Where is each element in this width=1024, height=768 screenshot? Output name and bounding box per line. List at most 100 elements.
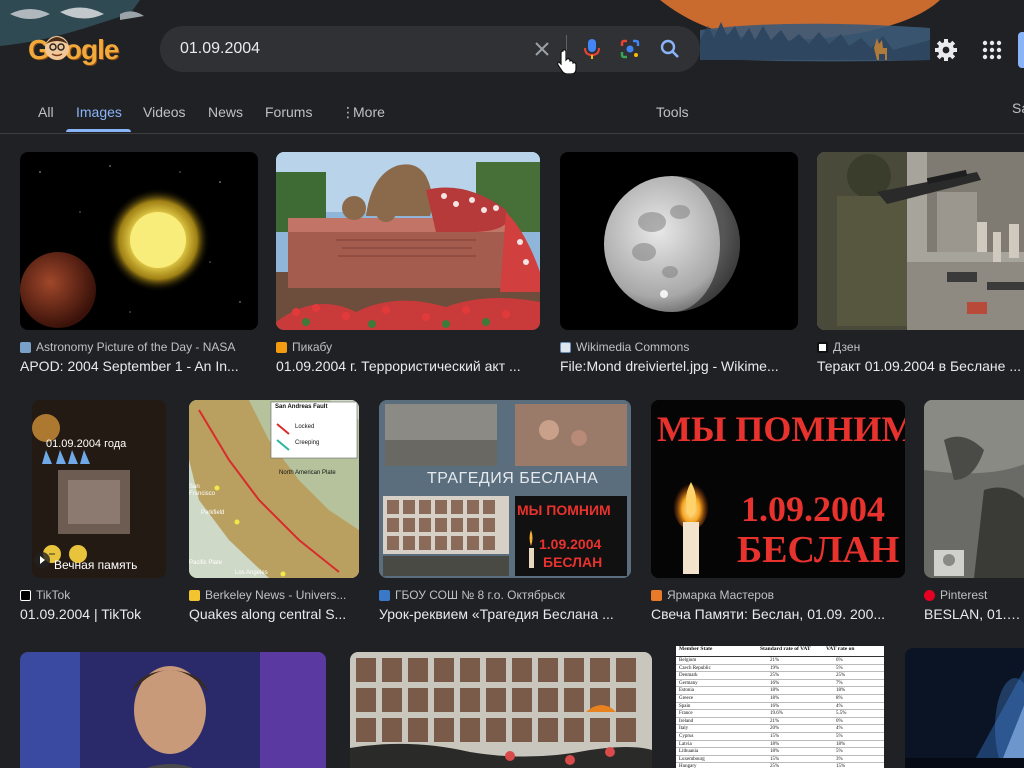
image-result-card[interactable]: Astronomy Picture of the Day - NASA APOD… — [20, 152, 258, 378]
result-title[interactable]: Quakes along central S... — [189, 606, 359, 622]
vat-table-cell: 3% — [836, 756, 843, 762]
result-title[interactable]: Урок-реквием «Трагедия Беслана ... — [379, 606, 631, 622]
source-label: Дзен — [833, 340, 861, 354]
candle-line3: БЕСЛАН — [737, 529, 900, 571]
image-result-card[interactable]: 01.09.2004 года Вечная память TikTok 01.… — [20, 400, 166, 626]
vat-table-cell: 18% — [770, 695, 780, 701]
vat-table-cell: 6% — [836, 658, 843, 663]
image-thumbnail[interactable]: San Andreas Fault Locked Creeping North … — [189, 400, 359, 578]
tab-all[interactable]: All — [38, 104, 54, 120]
tab-news[interactable]: News — [208, 104, 243, 120]
vat-table-row: Belgium 21% 6% — [676, 657, 884, 665]
image-result-card[interactable]: Wikimedia Commons File:Mond dreiviertel.… — [560, 152, 798, 378]
map-legend-title: San Andreas Fault — [275, 404, 328, 410]
apps-grid-icon[interactable] — [978, 36, 1006, 64]
vat-table-cell: 7% — [836, 680, 843, 686]
candle-line2: 1.09.2004 — [741, 489, 885, 529]
google-doodle-logo[interactable]: Google — [28, 30, 119, 74]
image-thumbnail[interactable] — [560, 152, 798, 330]
clear-icon[interactable] — [530, 37, 554, 61]
vat-table-cell: 18% — [836, 688, 846, 694]
image-thumbnail[interactable]: 01.09.2004 года Вечная память — [32, 400, 166, 578]
image-result-card[interactable]: МЫ ПОМНИМ 1.09.2004 БЕСЛАН Ярмарка Масте… — [651, 400, 905, 626]
image-thumbnail[interactable]: Member State Standard rate of VAT VAT ra… — [676, 646, 884, 768]
vat-table-cell: 0% — [836, 718, 843, 724]
image-result-card[interactable]: Дзен Теракт 01.09.2004 в Беслане ... — [817, 152, 1024, 378]
result-source[interactable]: Berkeley News - Univers... — [189, 588, 359, 602]
source-favicon-icon — [560, 341, 571, 353]
image-result-card[interactable]: Пикабу 01.09.2004 г. Террористический ак… — [276, 152, 540, 378]
result-source[interactable]: Ярмарка Мастеров — [651, 588, 905, 602]
result-title[interactable]: 01.09.2004 | TikTok — [20, 606, 160, 622]
image-result-card[interactable]: Member State Standard rate of VAT VAT ra… — [676, 646, 884, 768]
result-source[interactable]: Пикабу — [276, 340, 540, 354]
settings-gear-icon[interactable] — [932, 36, 960, 64]
image-thumbnail[interactable] — [276, 152, 540, 330]
image-result-card[interactable] — [20, 652, 326, 768]
overlay-date-text: 01.09.2004 года — [46, 438, 127, 450]
result-title[interactable]: APOD: 2004 September 1 - An In... — [20, 358, 258, 374]
result-source[interactable]: Дзен — [817, 340, 1024, 354]
sign-in-button[interactable] — [1018, 32, 1024, 68]
result-title[interactable]: 01.09.2004 г. Террористический акт ... — [276, 358, 540, 374]
image-thumbnail[interactable] — [20, 652, 326, 768]
search-input[interactable] — [180, 38, 510, 60]
tab-forums[interactable]: Forums — [265, 104, 312, 120]
result-source[interactable]: TikTok — [20, 588, 160, 602]
image-thumbnail[interactable]: ТРАГЕДИЯ БЕСЛАНА МЫ ПОМНИМ 1.09.2004 БЕС… — [379, 400, 631, 578]
map-legend-locked: Locked — [295, 424, 315, 430]
result-title[interactable]: BESLAN, 01.09... — [924, 606, 1024, 622]
voice-search-icon[interactable] — [580, 37, 604, 61]
image-result-card[interactable]: Pinterest BESLAN, 01.09... — [924, 400, 1024, 626]
image-thumbnail[interactable] — [20, 152, 258, 330]
source-favicon-icon — [817, 341, 828, 353]
tab-videos[interactable]: Videos — [143, 104, 186, 120]
source-label: TikTok — [36, 588, 71, 602]
vat-table-cell: 21% — [770, 658, 780, 663]
more-vert-icon: ⋮ — [341, 104, 355, 120]
collage-line3: БЕСЛАН — [543, 554, 603, 570]
map-label-parkfield: Parkfield — [201, 510, 225, 516]
vat-table-row: Italy 20% 4% — [676, 725, 884, 733]
vat-table-cell: 15% — [836, 764, 846, 768]
image-thumbnail[interactable]: МЫ ПОМНИМ 1.09.2004 БЕСЛАН — [651, 400, 905, 578]
image-result-card[interactable] — [350, 652, 652, 768]
tab-images[interactable]: Images — [76, 104, 122, 120]
image-thumbnail[interactable] — [817, 152, 1024, 330]
image-result-card[interactable]: San Andreas Fault Locked Creeping North … — [189, 400, 359, 626]
vat-table-header: Member State Standard rate of VAT VAT ra… — [676, 646, 884, 657]
source-label: ГБОУ СОШ № 8 г.о. Октябрьск — [395, 588, 565, 602]
result-title[interactable]: Теракт 01.09.2004 в Беслане ... — [817, 358, 1024, 374]
thumbnail-graphic — [604, 176, 740, 312]
result-title[interactable]: Свеча Памяти: Беслан, 01.09. 200... — [651, 606, 905, 622]
vat-table-cell: Luxembourg — [679, 756, 705, 762]
image-thumbnail[interactable] — [924, 400, 1024, 578]
vat-table-row: Luxembourg 15% 3% — [676, 756, 884, 764]
source-favicon-icon — [189, 589, 200, 601]
map-label-pacific-plate: Pacific Plate — [189, 560, 223, 566]
image-result-card[interactable] — [905, 648, 1024, 768]
vat-table-cell: Czech Republic — [679, 665, 711, 671]
source-label: Astronomy Picture of the Day - NASA — [36, 340, 236, 354]
result-title[interactable]: File:Mond dreiviertel.jpg - Wikime... — [560, 358, 798, 374]
vat-table-row: Estonia 18% 18% — [676, 687, 884, 695]
tools-button[interactable]: Tools — [656, 104, 689, 120]
result-source[interactable]: ГБОУ СОШ № 8 г.о. Октябрьск — [379, 588, 631, 602]
result-source[interactable]: Pinterest — [924, 588, 1024, 602]
lens-search-icon[interactable] — [618, 37, 642, 61]
image-thumbnail[interactable] — [350, 652, 652, 768]
vat-table-cell: Lithuania — [679, 749, 699, 755]
search-box[interactable] — [160, 26, 700, 72]
result-source[interactable]: Astronomy Picture of the Day - NASA — [20, 340, 258, 354]
vat-table-cell: France — [679, 711, 693, 717]
search-icon[interactable] — [658, 37, 682, 61]
source-favicon-icon — [924, 589, 935, 601]
vat-table-cell: Ireland — [679, 718, 694, 724]
image-result-card[interactable]: ТРАГЕДИЯ БЕСЛАНА МЫ ПОМНИМ 1.09.2004 БЕС… — [379, 400, 631, 626]
vat-table-cell: Belgium — [679, 658, 697, 663]
tab-more[interactable]: ⋮More — [341, 104, 385, 121]
safesearch-button[interactable]: Sa — [1012, 100, 1024, 116]
result-source[interactable]: Wikimedia Commons — [560, 340, 798, 354]
image-thumbnail[interactable] — [905, 648, 1024, 768]
vat-header-cell: Standard rate of VAT — [760, 646, 811, 652]
